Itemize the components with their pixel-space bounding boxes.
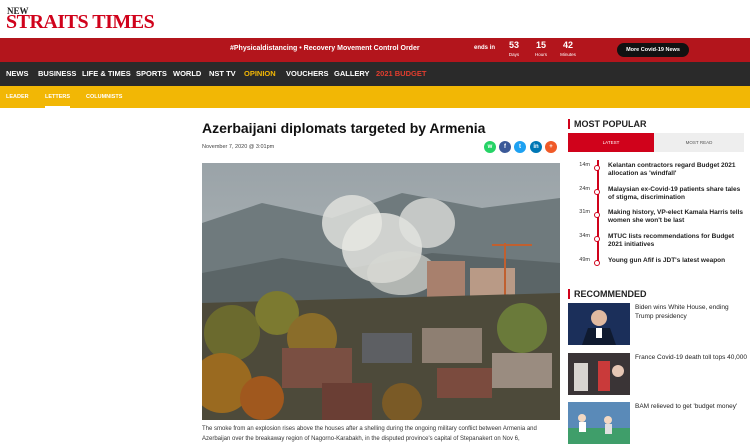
covid-promo-bar: #Physicaldistancing • Recovery Movement …: [0, 38, 750, 62]
countdown-days: 53 Days: [508, 40, 520, 57]
countdown-hours: 15 Hours: [534, 40, 547, 57]
site-logo[interactable]: STRAITS TIMES: [6, 11, 155, 34]
photo-caption: The smoke from an explosion rises above …: [202, 426, 537, 442]
article-headline: Azerbaijani diplomats targeted by Armeni…: [202, 120, 486, 136]
article-photo: [202, 163, 560, 420]
nav-sports[interactable]: SPORTS: [136, 62, 167, 86]
whatsapp-icon[interactable]: w: [484, 141, 496, 153]
article-date: November 7, 2020 @ 3:01pm: [202, 144, 275, 150]
timeline-dot-icon: [594, 236, 600, 242]
nav-2021-budget[interactable]: 2021 BUDGET: [376, 62, 426, 86]
countdown-minutes: 42 Minutes: [560, 40, 576, 57]
recommended-thumbnail[interactable]: [568, 303, 630, 345]
opinion-subnav: LEADER LETTERS COLUMNISTS: [0, 86, 750, 108]
explosion-smoke-photo: [202, 163, 560, 420]
countdown-label: ends in: [474, 45, 496, 51]
recommended-thumbnail[interactable]: [568, 353, 630, 395]
timeline-dot-icon: [594, 189, 600, 195]
main-nav: NEWS BUSINESS LIFE & TIMES SPORTS WORLD …: [0, 62, 750, 86]
most-popular-title: MOST POPULAR: [574, 119, 647, 129]
recommended-thumbnail[interactable]: [568, 402, 630, 444]
recommended-title: RECOMMENDED: [574, 289, 647, 299]
more-share-icon[interactable]: +: [545, 141, 557, 153]
subnav-letters[interactable]: LETTERS: [45, 86, 71, 108]
nav-world[interactable]: WORLD: [173, 62, 201, 86]
nav-gallery[interactable]: GALLERY: [334, 62, 370, 86]
recommended-accent: [568, 289, 570, 299]
subnav-leader[interactable]: LEADER: [6, 86, 29, 108]
nav-vouchers[interactable]: VOUCHERS: [286, 62, 329, 86]
most-popular-accent: [568, 119, 570, 129]
tab-most-read[interactable]: MOST READ: [654, 133, 744, 152]
nav-business[interactable]: BUSINESS: [38, 62, 76, 86]
linkedin-icon[interactable]: in: [530, 141, 542, 153]
timeline-dot-icon: [594, 260, 600, 266]
nav-life-times[interactable]: LIFE & TIMES: [82, 62, 131, 86]
more-covid-news-button[interactable]: More Covid-19 News: [617, 43, 689, 57]
promo-text[interactable]: #Physicaldistancing • Recovery Movement …: [230, 45, 420, 52]
nav-opinion[interactable]: OPINION: [244, 62, 276, 86]
twitter-icon[interactable]: t: [514, 141, 526, 153]
subnav-columnists[interactable]: COLUMNISTS: [86, 86, 122, 108]
facebook-icon[interactable]: f: [499, 141, 511, 153]
nav-nst-tv[interactable]: NST TV: [209, 62, 236, 86]
timeline-dot-icon: [594, 212, 600, 218]
nav-news[interactable]: NEWS: [6, 62, 29, 86]
tab-latest[interactable]: LATEST: [568, 133, 654, 152]
timeline-dot-icon: [594, 165, 600, 171]
top-bar: NEW STRAITS TIMES: [0, 0, 750, 38]
